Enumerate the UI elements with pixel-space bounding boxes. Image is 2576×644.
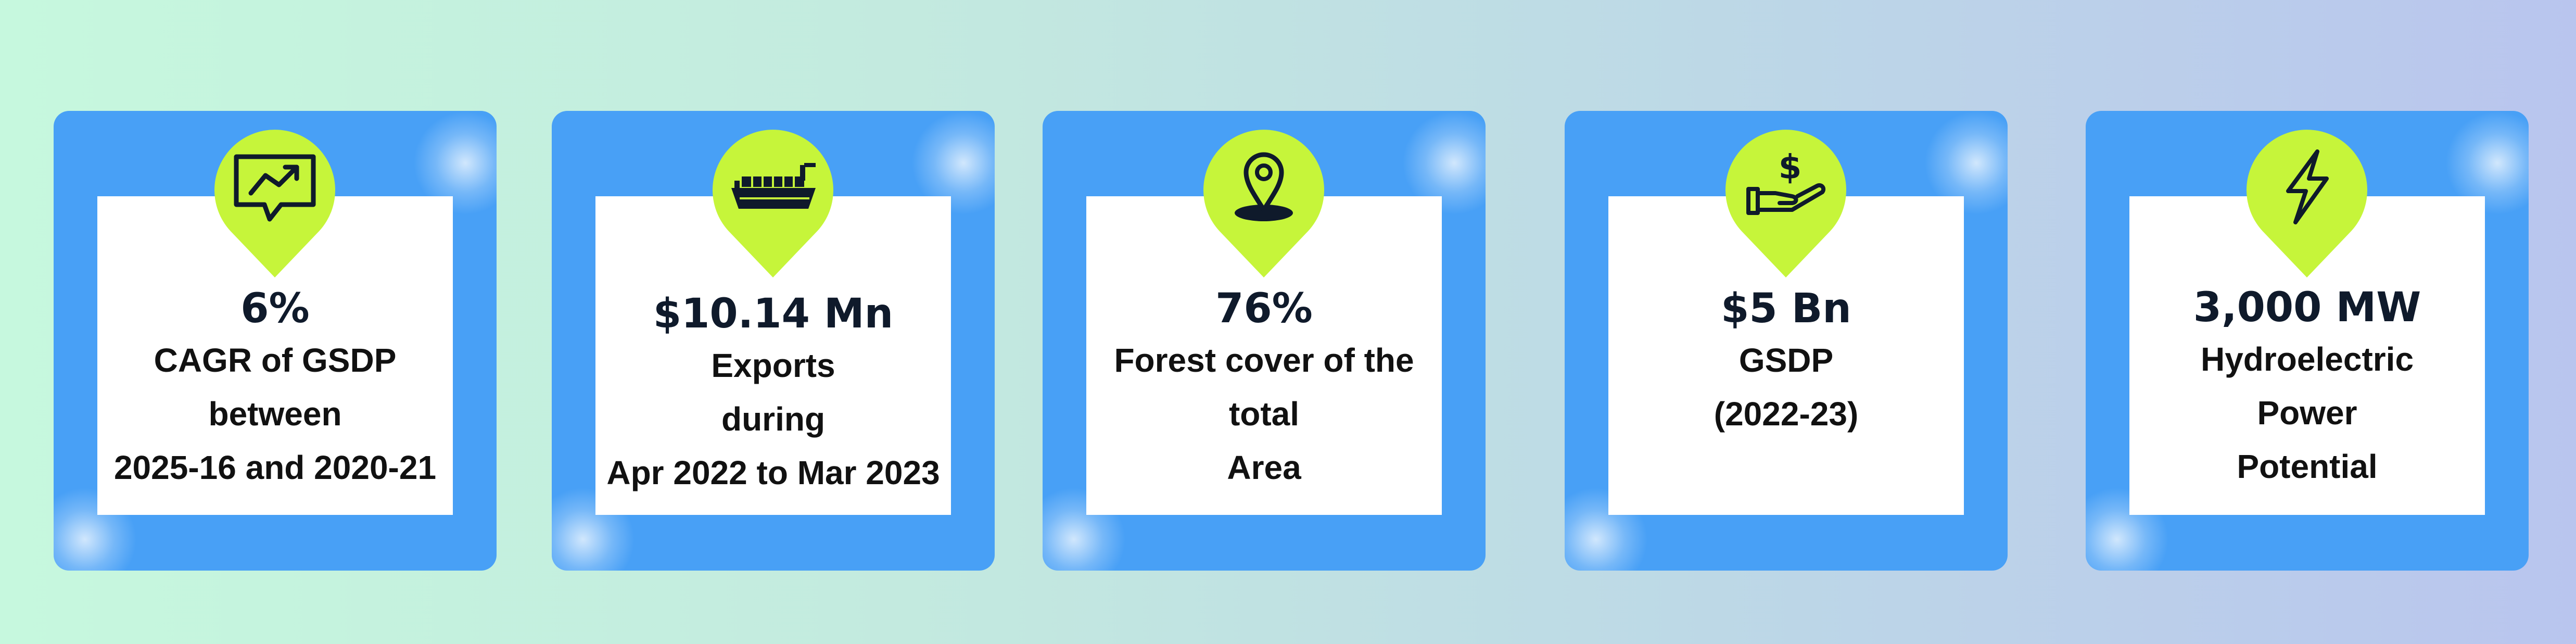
stat-label-line: between	[208, 395, 342, 433]
stat-label-line: Power	[2257, 394, 2357, 432]
stat-card-exports: $10.14 Mn Exports during Apr 2022 to Mar…	[552, 111, 995, 571]
stat-value: $10.14 Mn	[653, 291, 894, 337]
stat-label-line: 2025-16 and 2020-21	[113, 449, 437, 486]
stat-label-line: Potential	[2237, 448, 2378, 485]
stat-label-line: CAGR of GSDP	[154, 342, 397, 379]
stat-value: 76%	[1215, 285, 1313, 332]
stats-cards: 6% CAGR of GSDP between 2025-16 and 2020…	[0, 0, 2576, 644]
growth-chart-icon	[214, 130, 335, 277]
card-text: 76% Forest cover of the total Area	[1086, 284, 1442, 495]
stat-label-line: Exports	[711, 347, 835, 384]
svg-text:$: $	[1779, 148, 1802, 187]
stat-card-gsdp: $5 Bn GSDP (2022-23) $	[1565, 111, 2008, 571]
stat-card-hydroelectric: 3,000 MW Hydroelectric Power Potential	[2086, 111, 2529, 571]
stat-card-forest-cover: 76% Forest cover of the total Area	[1043, 111, 1486, 571]
stat-value: 6%	[240, 285, 310, 332]
stat-label-line: Area	[1227, 449, 1301, 486]
stat-label-line: (2022-23)	[1714, 395, 1859, 433]
location-pin-icon	[1203, 130, 1324, 277]
stat-card-gsdp-cagr: 6% CAGR of GSDP between 2025-16 and 2020…	[54, 111, 497, 571]
stat-value: $5 Bn	[1721, 285, 1851, 332]
stat-label-line: Hydroelectric	[2200, 340, 2414, 378]
card-text: $5 Bn GSDP (2022-23)	[1608, 284, 1964, 441]
stat-label-line: Forest cover of the	[1114, 342, 1414, 379]
stat-label-line: Apr 2022 to Mar 2023	[606, 454, 940, 491]
stat-value: 3,000 MW	[2193, 284, 2421, 331]
card-text: 3,000 MW Hydroelectric Power Potential	[2129, 283, 2485, 494]
card-text: $10.14 Mn Exports during Apr 2022 to Mar…	[595, 289, 951, 500]
stat-label-line: during	[721, 400, 826, 438]
lightning-icon	[2247, 130, 2367, 277]
stat-label-line: total	[1228, 395, 1300, 433]
stat-label-line: GSDP	[1739, 342, 1834, 379]
cargo-ship-icon	[713, 130, 833, 277]
card-text: 6% CAGR of GSDP between 2025-16 and 2020…	[97, 284, 453, 495]
money-hand-icon: $	[1725, 130, 1846, 277]
